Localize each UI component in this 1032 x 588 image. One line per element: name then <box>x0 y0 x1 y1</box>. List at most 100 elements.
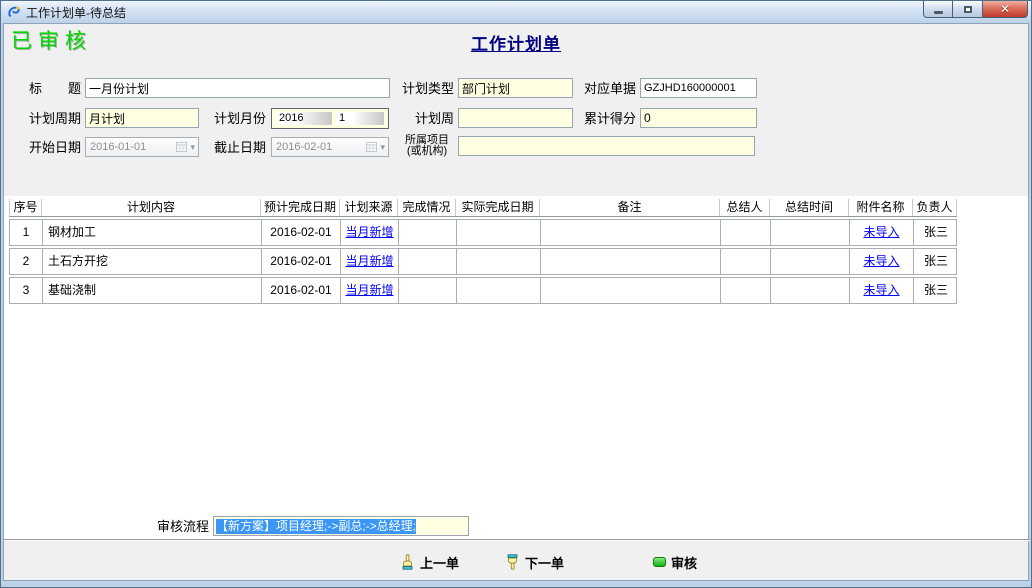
app-icon <box>7 5 21 19</box>
cell-remark <box>541 278 721 303</box>
audit-button[interactable]: 审核 <box>653 552 697 572</box>
audit-flow-input[interactable]: 【新方案】项目经理;->副总;->总经理; <box>213 516 469 536</box>
start-date-value: 2016-01-01 <box>90 141 176 153</box>
attachment-link[interactable]: 未导入 <box>863 283 899 297</box>
chevron-down-icon: ▾ <box>380 142 385 153</box>
col-header-completion: 完成情况 <box>398 199 456 216</box>
plan-type-input[interactable] <box>458 78 573 98</box>
minimize-icon <box>934 11 943 14</box>
ref-doc-label: 对应单据 <box>584 79 636 99</box>
titlebar[interactable]: 工作计划单-待总结 ✕ <box>1 1 1031 23</box>
page-title: 工作计划单 <box>1 30 1031 55</box>
cell-remark <box>541 220 721 245</box>
close-icon: ✕ <box>1000 2 1010 16</box>
plan-month-group: 2016 1 <box>271 108 389 129</box>
attachment-link[interactable]: 未导入 <box>863 225 899 239</box>
cell-source: 当月新增 <box>341 278 399 303</box>
source-link[interactable]: 当月新增 <box>345 283 393 297</box>
table-row: 3 基础浇制 2016-02-01 当月新增 未导入 张三 <box>9 277 957 304</box>
cell-actual-date <box>457 249 541 274</box>
cell-content: 基础浇制 <box>43 278 262 303</box>
calendar-icon <box>366 142 377 152</box>
cell-summarizer <box>721 220 771 245</box>
minimize-button[interactable] <box>923 1 953 18</box>
cell-owner: 张三 <box>914 278 958 303</box>
cell-summary-time <box>771 249 850 274</box>
plan-month-label: 计划月份 <box>214 109 266 129</box>
cell-summarizer <box>721 249 771 274</box>
end-date-picker[interactable]: 2016-02-01 ▾ <box>271 137 389 157</box>
plan-month-spinner[interactable]: 1 <box>336 112 384 125</box>
cell-remark <box>541 249 721 274</box>
chevron-down-icon: ▾ <box>190 142 195 153</box>
cell-owner: 张三 <box>914 249 958 274</box>
previous-doc-button[interactable]: 上一单 <box>400 552 459 572</box>
total-score-label: 累计得分 <box>584 109 636 129</box>
plan-year-spinner[interactable]: 2016 <box>276 112 332 125</box>
end-date-value: 2016-02-01 <box>276 141 366 153</box>
next-doc-button[interactable]: 下一单 <box>505 552 564 572</box>
cell-expected-date: 2016-02-01 <box>262 220 341 245</box>
window-title: 工作计划单-待总结 <box>26 4 126 21</box>
cell-attachment: 未导入 <box>850 278 914 303</box>
cell-content: 土石方开挖 <box>43 249 262 274</box>
plan-table: 序号 计划内容 预计完成日期 计划来源 完成情况 实际完成日期 备注 总结人 总… <box>9 199 957 304</box>
project-input[interactable] <box>458 136 755 156</box>
title-label: 标 题 <box>29 79 80 99</box>
plan-cycle-label: 计划周期 <box>29 109 80 129</box>
source-link[interactable]: 当月新增 <box>345 225 393 239</box>
col-header-seq: 序号 <box>9 199 42 216</box>
cell-summary-time <box>771 220 850 245</box>
cell-source: 当月新增 <box>341 220 399 245</box>
cell-attachment: 未导入 <box>850 220 914 245</box>
start-date-label: 开始日期 <box>29 138 80 158</box>
cell-actual-date <box>457 278 541 303</box>
hand-up-icon <box>400 554 415 570</box>
maximize-button[interactable] <box>953 1 983 18</box>
project-label-line2: (或机构) <box>407 145 447 157</box>
start-date-picker[interactable]: 2016-01-01 ▾ <box>85 137 199 157</box>
cell-summary-time <box>771 278 850 303</box>
cell-seq: 1 <box>10 220 43 245</box>
plan-type-label: 计划类型 <box>402 79 454 99</box>
col-header-owner: 负责人 <box>913 199 957 216</box>
cell-completion <box>399 278 457 303</box>
audit-flow-selected-text: 【新方案】项目经理;->副总;->总经理; <box>216 519 416 534</box>
plan-week-label: 计划周 <box>402 109 454 129</box>
audit-flow-label: 审核流程 <box>156 517 209 537</box>
title-input[interactable] <box>85 78 390 98</box>
cell-source: 当月新增 <box>341 249 399 274</box>
close-button[interactable]: ✕ <box>983 1 1028 18</box>
col-header-source: 计划来源 <box>340 199 398 216</box>
cell-attachment: 未导入 <box>850 249 914 274</box>
cell-owner: 张三 <box>914 220 958 245</box>
source-link[interactable]: 当月新增 <box>345 254 393 268</box>
project-label: 所属项目 (或机构) <box>399 135 455 157</box>
cell-expected-date: 2016-02-01 <box>262 278 341 303</box>
plan-cycle-input[interactable] <box>85 108 199 128</box>
cell-summarizer <box>721 278 771 303</box>
ref-doc-input[interactable] <box>640 78 757 98</box>
app-window: 工作计划单-待总结 ✕ 已审核 工作计划单 标 题 计划类型 对应单据 计划周期… <box>0 0 1032 588</box>
table-header-row: 序号 计划内容 预计完成日期 计划来源 完成情况 实际完成日期 备注 总结人 总… <box>9 199 957 217</box>
hand-down-icon <box>505 554 520 570</box>
col-header-summarizer: 总结人 <box>720 199 770 216</box>
audit-label: 审核 <box>671 553 697 572</box>
cell-completion <box>399 249 457 274</box>
col-header-attachment: 附件名称 <box>849 199 913 216</box>
table-row: 1 钢材加工 2016-02-01 当月新增 未导入 张三 <box>9 219 957 246</box>
cell-completion <box>399 220 457 245</box>
col-header-content: 计划内容 <box>42 199 261 216</box>
audit-green-icon <box>653 557 666 567</box>
cell-seq: 2 <box>10 249 43 274</box>
col-header-actual-date: 实际完成日期 <box>456 199 540 216</box>
calendar-icon <box>176 142 187 152</box>
total-score-input[interactable] <box>640 108 757 128</box>
cell-expected-date: 2016-02-01 <box>262 249 341 274</box>
table-row: 2 土石方开挖 2016-02-01 当月新增 未导入 张三 <box>9 248 957 275</box>
cell-actual-date <box>457 220 541 245</box>
cell-seq: 3 <box>10 278 43 303</box>
col-header-expected-date: 预计完成日期 <box>261 199 340 216</box>
plan-week-input[interactable] <box>458 108 573 128</box>
attachment-link[interactable]: 未导入 <box>863 254 899 268</box>
